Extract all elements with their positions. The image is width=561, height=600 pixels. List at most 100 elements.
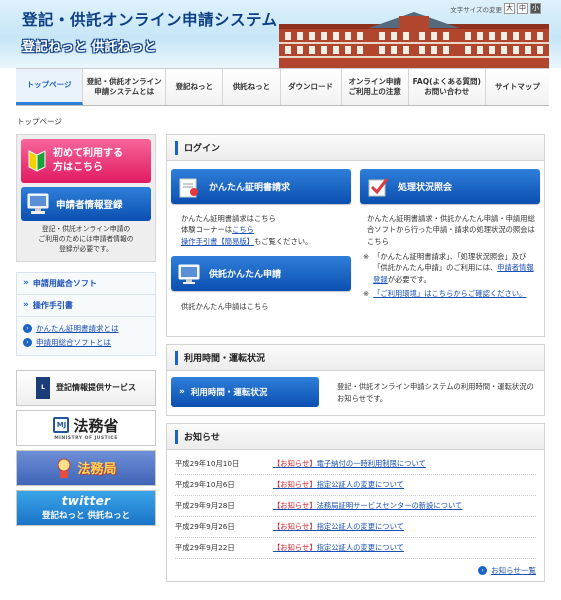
notice-link[interactable]: 【お知らせ】法務局証明サービスセンターの新設について [273, 501, 462, 511]
notice-link[interactable]: 【お知らせ】指定公証人の変更について [273, 522, 404, 532]
notice-row: 平成29年9月26日 【お知らせ】指定公証人の変更について [175, 517, 536, 538]
operation-status-panel: 利用時間・運転状況 » 利用時間・運転状況 登記・供託オンライン申請システムの利… [166, 344, 545, 416]
circle-links: › かんたん証明書請求とは › 申請用総合ソフトとは [17, 317, 155, 355]
monitor-icon [178, 264, 200, 284]
banner-moj-sub: MINISTRY OF JUSTICE [54, 435, 118, 441]
banner-touki-info[interactable]: L 登記情報提供サービス [16, 369, 156, 406]
status-inquiry-button[interactable]: 処理状況照会 [360, 169, 540, 204]
notice-date: 平成29年9月28日 [175, 501, 235, 510]
font-size-switcher: 文字サイズの変更 大 中 小 [450, 3, 541, 14]
first-use-box: 初めて利用する 方はこちら 申請者情報登録 登記・供託オンライン申請の ご利用の… [16, 134, 156, 262]
kyotaku-apply-label: 供託かんたん申請 [209, 270, 282, 280]
font-size-large-button[interactable]: 大 [504, 3, 515, 14]
notice-title: 法務局証明サービスセンターの新設について [316, 501, 463, 510]
heading-bar [175, 429, 178, 444]
nav-kyotakunet[interactable]: 供託ねっと [223, 69, 281, 105]
manual-simple-suffix: もご覧ください。 [253, 236, 313, 246]
banner-homukyoku-label: 法務局 [77, 462, 117, 478]
banner-touki-info-label: 登記情報提供サービス [56, 383, 136, 393]
nav-top[interactable]: トップページ [16, 69, 84, 105]
trial-corner-text: 体験コーナーは [181, 225, 233, 235]
arrow-circle-icon: › [23, 324, 32, 334]
site-subtitle[interactable]: 登記ねっと 供託ねっと [22, 36, 157, 55]
operation-status-desc: 登記・供託オンライン申請システムの利用時間・運転状況のお知らせです。 [337, 382, 534, 403]
notices-heading-text: お知らせ [184, 433, 220, 443]
note-mark-icon: ※ [363, 252, 370, 261]
banner-twitter[interactable]: twitter 登記ねっと 供託ねっと [16, 489, 156, 526]
nav-about[interactable]: 登記・供託オンライン 申請システムとは [83, 69, 167, 105]
certificate-request-label: かんたん証明書請求 [209, 183, 291, 193]
site-header: 登記・供託オンライン申請システム 登記ねっと 供託ねっと 文字サイズの変更 大 [0, 0, 561, 68]
mascot-icon [57, 458, 71, 478]
link-certificate-about-text[interactable]: かんたん証明書請求とは [36, 322, 119, 336]
moj-logo-icon: MJ [53, 417, 70, 434]
notice-title: 指定公証人の変更について [316, 480, 404, 489]
first-use-button[interactable]: 初めて利用する 方はこちら [21, 139, 151, 183]
operation-status-button[interactable]: » 利用時間・運転状況 [171, 377, 319, 407]
notice-date: 平成29年9月22日 [175, 543, 235, 552]
nav-notes[interactable]: オンライン申請 ご利用上の注意 [342, 69, 409, 105]
notices-panel: お知らせ 平成29年10月10日 【お知らせ】電子納付の一時利用制限について 平… [166, 423, 545, 582]
certificate-request-button[interactable]: かんたん証明書請求 [171, 169, 351, 204]
double-arrow-icon: » [179, 387, 185, 397]
nav-toukinet[interactable]: 登記ねっと [166, 69, 224, 105]
link-software-about[interactable]: › 申請用総合ソフトとは [23, 336, 149, 350]
register-button[interactable]: 申請者情報登録 [21, 187, 151, 221]
note1-suffix: が必要です。 [387, 274, 431, 284]
arrow-circle-icon: › [478, 565, 488, 575]
link-general-software-label: 申請用総合ソフト [32, 278, 97, 288]
twitter-sub: 登記ねっと 供託ねっと [42, 511, 130, 522]
notice-row: 平成29年10月6日 【お知らせ】指定公証人の変更について [175, 475, 536, 496]
banner-list: L 登記情報提供サービス MJ 法務省 MINISTRY OF JUSTICE … [16, 369, 156, 526]
notice-title: 指定公証人の変更について [316, 522, 404, 531]
notice-date: 平成29年10月6日 [175, 480, 235, 489]
first-use-label: 初めて利用する 方はこちら [53, 148, 123, 173]
font-size-label: 文字サイズの変更 [450, 5, 502, 14]
notice-tag: 【お知らせ】 [273, 501, 317, 510]
main-content: ログイン かんたん証明書請求 処理状況照会 かんたん証明書請求はこちら 体験コー… [166, 134, 545, 589]
environment-link[interactable]: 「ご利用環境」はこちらからご確認ください。 [373, 288, 526, 299]
certificate-icon [179, 178, 198, 197]
breadcrumb: トップページ [17, 117, 62, 126]
touki-logo-icon: L [36, 376, 50, 399]
link-software-about-text[interactable]: 申請用総合ソフトとは [36, 336, 111, 350]
notice-date: 平成29年9月26日 [175, 522, 235, 531]
banner-homukyoku[interactable]: 法務局 [16, 449, 156, 486]
double-arrow-icon: » [23, 278, 29, 289]
kyotaku-apply-button[interactable]: 供託かんたん申請 [171, 256, 351, 291]
notice-link[interactable]: 【お知らせ】指定公証人の変更について [273, 480, 404, 490]
sidebar: 初めて利用する 方はこちら 申請者情報登録 登記・供託オンライン申請の ご利用の… [16, 134, 156, 526]
notice-title: 指定公証人の変更について [316, 543, 404, 552]
banner-moj[interactable]: MJ 法務省 MINISTRY OF JUSTICE [16, 409, 156, 446]
notice-link[interactable]: 【お知らせ】電子納付の一時利用制限について [273, 459, 426, 469]
global-nav: トップページ 登記・供託オンライン 申請システムとは 登記ねっと 供託ねっと ダ… [16, 68, 549, 106]
notice-tag: 【お知らせ】 [273, 543, 317, 552]
notice-more: › お知らせ一覧 [175, 559, 536, 581]
notice-list-link[interactable]: お知らせ一覧 [491, 565, 536, 576]
register-label: 申請者情報登録 [56, 200, 123, 211]
font-size-medium-button[interactable]: 中 [517, 3, 528, 14]
link-general-software[interactable]: » 申請用総合ソフト [17, 273, 155, 295]
twitter-logo: twitter [61, 494, 111, 509]
manual-simple-link[interactable]: 操作手引書【簡易版】 [181, 237, 254, 246]
arrow-circle-icon: › [23, 338, 32, 348]
checkbox-icon [368, 177, 389, 196]
notice-row: 平成29年9月28日 【お知らせ】法務局証明サービスセンターの新設について [175, 496, 536, 517]
heading-bar [175, 350, 178, 365]
building-illustration [279, 12, 549, 68]
beginner-mark-icon [28, 150, 46, 172]
notice-date: 平成29年10月10日 [175, 459, 240, 468]
double-arrow-icon: » [23, 300, 29, 311]
link-certificate-about[interactable]: › かんたん証明書請求とは [23, 322, 149, 336]
nav-faq[interactable]: FAQ(よくある質問) お問い合わせ [409, 69, 486, 105]
site-title[interactable]: 登記・供託オンライン申請システム [22, 8, 278, 30]
status-desc: かんたん証明書請求・供託かんたん申請・申請用総合ソフトから行った申請・請求の処理… [367, 214, 535, 246]
nav-download[interactable]: ダウンロード [281, 69, 342, 105]
notice-link[interactable]: 【お知らせ】指定公証人の変更について [273, 543, 404, 553]
kyotaku-desc: 供託かんたん申請はこちら [181, 302, 269, 311]
link-manual[interactable]: » 操作手引書 [17, 295, 155, 317]
login-heading-text: ログイン [184, 144, 221, 154]
nav-sitemap[interactable]: サイトマップ [486, 69, 549, 105]
font-size-small-button[interactable]: 小 [530, 3, 541, 14]
trial-corner-link[interactable]: こちら [232, 225, 254, 234]
